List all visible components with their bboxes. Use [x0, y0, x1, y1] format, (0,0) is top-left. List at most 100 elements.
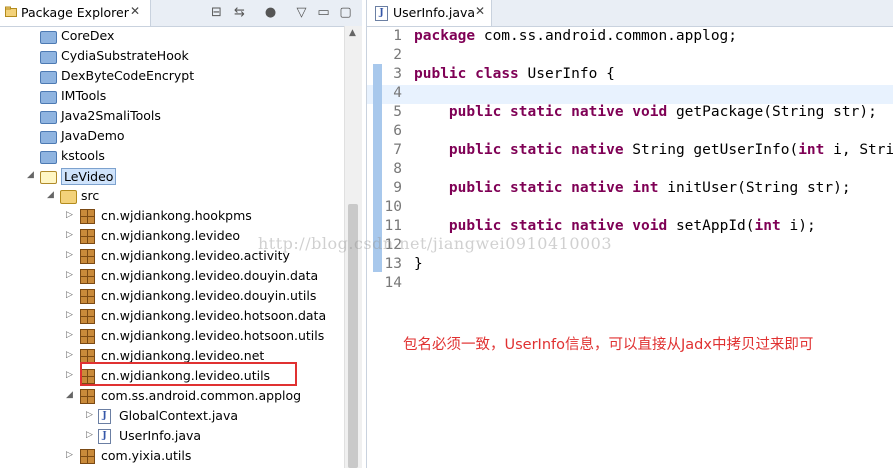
code-line[interactable]: 5 public static native void getPackage(S…	[367, 104, 893, 123]
collapsed-arrow-icon[interactable]: ▷	[66, 290, 73, 300]
open-project-icon	[40, 171, 57, 184]
line-number: 11	[384, 218, 402, 234]
tree-item[interactable]: kstools	[0, 146, 344, 166]
package-icon	[80, 229, 95, 244]
collapsed-arrow-icon[interactable]: ▷	[66, 310, 73, 320]
code-line[interactable]: 9 public static native int initUser(Stri…	[367, 180, 893, 199]
tree-item[interactable]: Java2SmaliTools	[0, 106, 344, 126]
package-icon	[80, 209, 95, 224]
collapsed-arrow-icon[interactable]: ▷	[66, 250, 73, 260]
tree-item[interactable]: IMTools	[0, 86, 344, 106]
maximize-icon[interactable]: ▢	[337, 4, 354, 21]
code-line[interactable]: 6	[367, 123, 893, 142]
focus-icon[interactable]: ●	[262, 4, 279, 21]
tree-item[interactable]: CoreDex	[0, 26, 344, 46]
tree-item[interactable]: ◢ com.ss.android.common.applog	[0, 386, 344, 406]
tree-item[interactable]: ◢ src	[0, 186, 344, 206]
code-line[interactable]: 8	[367, 161, 893, 180]
code-line[interactable]: 3 public class UserInfo {	[367, 66, 893, 85]
expanded-arrow-icon[interactable]: ◢	[47, 190, 54, 200]
collapsed-arrow-icon[interactable]: ▷	[66, 270, 73, 280]
editor-tab-label: UserInfo.java	[393, 5, 476, 20]
package-icon	[80, 329, 95, 344]
code-text: public class UserInfo {	[414, 66, 615, 82]
line-number: 9	[393, 180, 402, 196]
link-with-editor-icon[interactable]: ⇆	[231, 4, 248, 21]
java-file-icon: J	[98, 409, 111, 424]
tree-item-label: CydiaSubstrateHook	[61, 48, 189, 63]
package-icon	[80, 269, 95, 284]
tree-item[interactable]: ▷ com.yixia.utils	[0, 446, 344, 466]
tree-item-label: cn.wjdiankong.levideo.hotsoon.utils	[101, 328, 325, 343]
line-number: 6	[393, 123, 402, 139]
tree-item-label: cn.wjdiankong.levideo	[101, 228, 241, 243]
code-text: package com.ss.android.common.applog;	[414, 28, 738, 44]
project-folder-icon	[40, 31, 57, 44]
code-line[interactable]: 1 package com.ss.android.common.applog;	[367, 28, 893, 47]
code-text: }	[414, 256, 423, 272]
tree-item[interactable]: ▷ cn.wjdiankong.levideo.douyin.data	[0, 266, 344, 286]
tree-item-label: cn.wjdiankong.levideo.douyin.data	[101, 268, 319, 283]
code-text: public static native void getPackage(Str…	[448, 104, 877, 120]
collapsed-arrow-icon[interactable]: ▷	[66, 350, 73, 360]
code-line[interactable]: 4	[367, 85, 893, 104]
tree-item-label: UserInfo.java	[119, 428, 202, 443]
collapse-all-icon[interactable]: ⊟	[208, 4, 225, 21]
tree-item[interactable]: ◢ LeVideo	[0, 166, 344, 186]
tree-item[interactable]: ▷ cn.wjdiankong.levideo.douyin.utils	[0, 286, 344, 306]
minimize-icon[interactable]: ▭	[315, 4, 332, 21]
expanded-arrow-icon[interactable]: ◢	[27, 170, 34, 180]
tree-item-label: JavaDemo	[61, 128, 125, 143]
editor-tabbar: J UserInfo.java ✕	[367, 0, 893, 27]
code-text: public static native String getUserInfo(…	[448, 142, 893, 158]
highlight-box	[80, 362, 297, 386]
package-icon	[80, 249, 95, 264]
tree-item-label: GlobalContext.java	[119, 408, 239, 423]
tree-item-label: com.ss.android.common.applog	[101, 388, 302, 403]
package-icon	[80, 289, 95, 304]
line-number: 7	[393, 142, 402, 158]
close-icon[interactable]: ✕	[475, 4, 485, 18]
collapsed-arrow-icon[interactable]: ▷	[66, 330, 73, 340]
scroll-up-icon[interactable]: ▲	[349, 28, 356, 38]
tree-item[interactable]: ▷ cn.wjdiankong.hookpms	[0, 206, 344, 226]
package-explorer-icon	[5, 6, 17, 17]
project-folder-icon	[40, 51, 57, 64]
project-folder-icon	[40, 131, 57, 144]
expanded-arrow-icon[interactable]: ◢	[66, 390, 73, 400]
tree-item[interactable]: JavaDemo	[0, 126, 344, 146]
package-explorer-tab[interactable]: Package Explorer ✕	[0, 0, 151, 26]
collapsed-arrow-icon[interactable]: ▷	[66, 230, 73, 240]
tree-item[interactable]: ▷ cn.wjdiankong.levideo.hotsoon.data	[0, 306, 344, 326]
tree-item-label: LeVideo	[61, 168, 117, 185]
code-line[interactable]: 14	[367, 275, 893, 294]
project-folder-icon	[40, 151, 57, 164]
line-number: 13	[384, 256, 402, 272]
tree-item[interactable]: CydiaSubstrateHook	[0, 46, 344, 66]
code-line[interactable]: 10	[367, 199, 893, 218]
watermark: http://blog.csdn.net/jiangwei0910410003	[258, 234, 613, 253]
collapsed-arrow-icon[interactable]: ▷	[66, 450, 73, 460]
line-number: 5	[393, 104, 402, 120]
collapsed-arrow-icon[interactable]: ▷	[86, 430, 93, 440]
tree-item-label: CoreDex	[61, 28, 115, 43]
line-number: 8	[393, 161, 402, 177]
java-file-icon: J	[375, 6, 388, 21]
collapsed-arrow-icon[interactable]: ▷	[66, 370, 73, 380]
collapsed-arrow-icon[interactable]: ▷	[86, 410, 93, 420]
tree-item-label: Java2SmaliTools	[61, 108, 161, 123]
tree-item[interactable]: ▷ J GlobalContext.java	[0, 406, 344, 426]
code-line[interactable]: 2	[367, 47, 893, 66]
editor-tab-userinfo[interactable]: J UserInfo.java ✕	[367, 0, 492, 26]
view-menu-icon[interactable]: ▽	[293, 4, 310, 21]
tree-item-label: DexByteCodeEncrypt	[61, 68, 195, 83]
tree-item[interactable]: ▷ J UserInfo.java	[0, 426, 344, 446]
close-icon[interactable]: ✕	[130, 4, 140, 18]
collapsed-arrow-icon[interactable]: ▷	[66, 210, 73, 220]
tree-item-label: kstools	[61, 148, 105, 163]
tree-item-label: cn.wjdiankong.hookpms	[101, 208, 252, 223]
tree-item[interactable]: DexByteCodeEncrypt	[0, 66, 344, 86]
code-line[interactable]: 7 public static native String getUserInf…	[367, 142, 893, 161]
tree-item[interactable]: ▷ cn.wjdiankong.levideo.hotsoon.utils	[0, 326, 344, 346]
code-line[interactable]: 13}	[367, 256, 893, 275]
